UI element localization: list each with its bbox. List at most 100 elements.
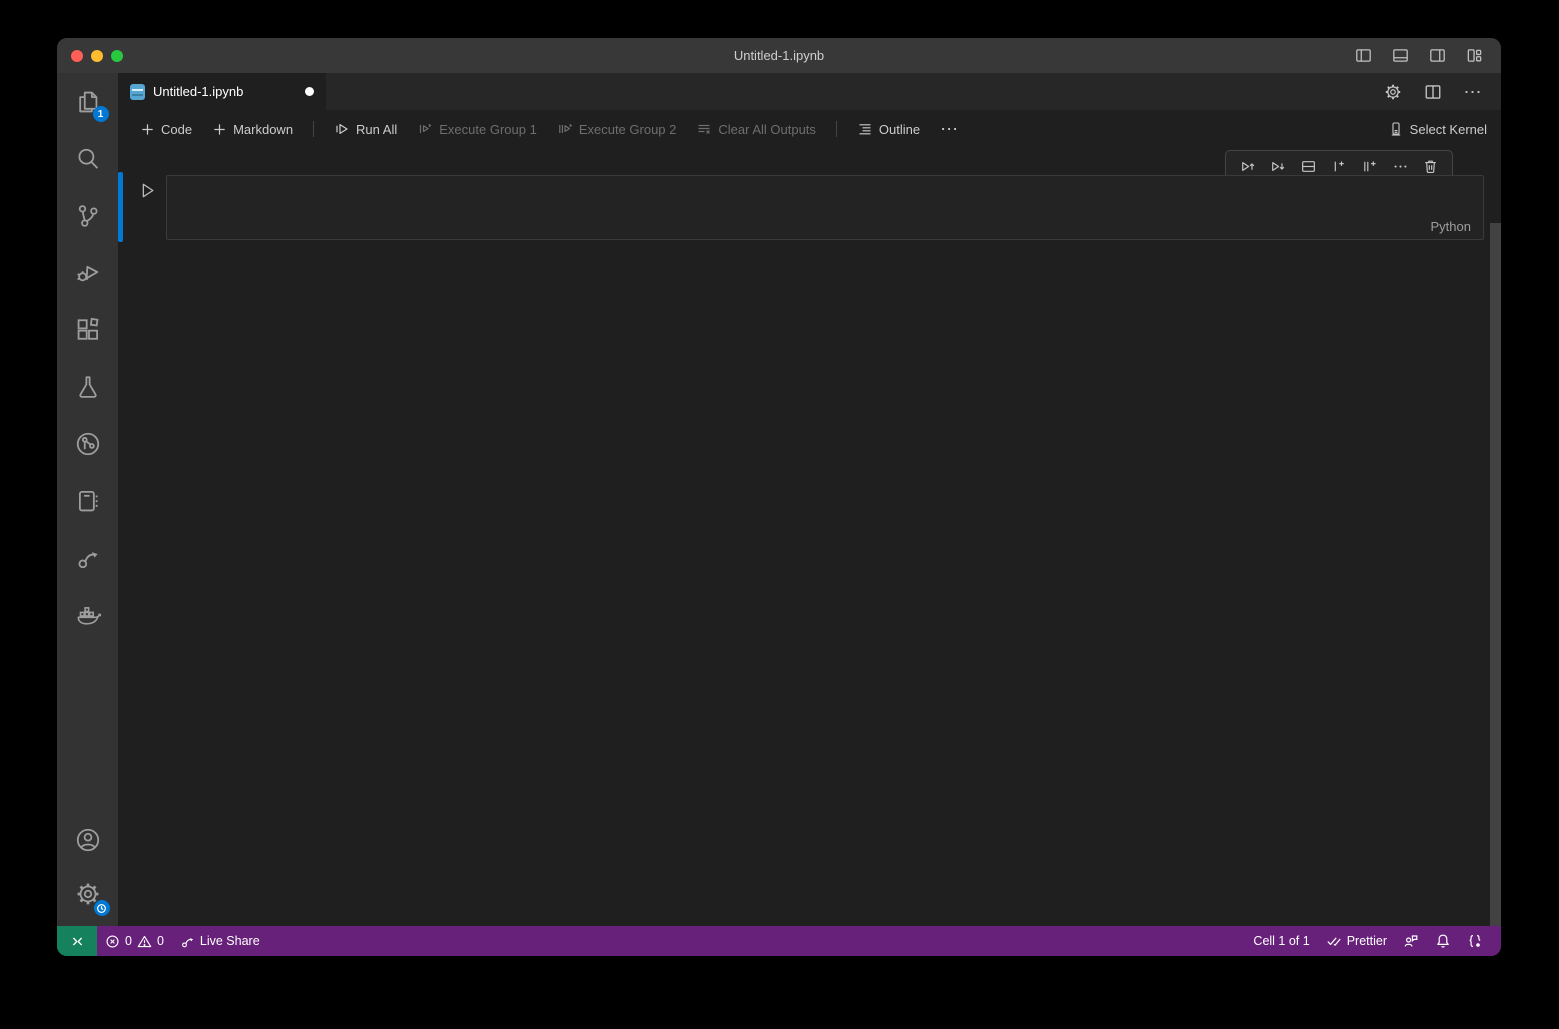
add-icon xyxy=(140,122,155,137)
status-bar-right: Cell 1 of 1 Prettier xyxy=(1245,926,1501,956)
prettier-label: Prettier xyxy=(1347,934,1387,948)
notebook-icon xyxy=(75,488,101,514)
toolbar-more-actions-button[interactable]: ⋯ xyxy=(932,120,967,138)
execute-group-icon xyxy=(417,121,433,137)
run-debug-icon xyxy=(75,260,101,286)
feedback-button[interactable] xyxy=(1395,926,1427,956)
cell-focus-indicator xyxy=(118,172,123,242)
accounts-button[interactable] xyxy=(64,816,112,864)
prettier-button[interactable]: Prettier xyxy=(1318,926,1395,956)
remote-indicator-button[interactable] xyxy=(57,926,97,956)
clock-badge-icon xyxy=(94,900,110,916)
ellipsis-icon: ⋯ xyxy=(1464,87,1483,97)
source-control-icon xyxy=(75,203,101,229)
sidebar-item-testing[interactable] xyxy=(64,363,112,411)
tab-untitled-notebook[interactable]: Untitled-1.ipynb xyxy=(118,73,326,110)
layout-sidebar-right-icon xyxy=(1429,47,1446,64)
settings-button[interactable] xyxy=(64,870,112,918)
run-cell-button[interactable] xyxy=(136,179,158,201)
sidebar-item-notebook[interactable] xyxy=(64,477,112,525)
outline-icon xyxy=(857,121,873,137)
execute-group-1-label: Execute Group 1 xyxy=(439,122,537,137)
close-button[interactable] xyxy=(71,50,83,62)
sidebar-item-live-share[interactable] xyxy=(64,534,112,582)
warning-icon xyxy=(137,934,152,949)
remote-icon xyxy=(70,934,85,949)
cell-language-picker[interactable]: Python xyxy=(1431,219,1471,234)
ellipsis-icon xyxy=(1392,158,1409,175)
notebook-file-icon xyxy=(130,84,145,100)
braces-icon xyxy=(1467,933,1483,949)
execute-group-1-button[interactable]: Execute Group 1 xyxy=(409,117,545,141)
notebook-scrollbar[interactable] xyxy=(1490,223,1501,926)
select-kernel-label: Select Kernel xyxy=(1410,122,1487,137)
run-below-icon xyxy=(1269,158,1286,175)
activity-bar: 1 xyxy=(57,73,118,926)
toggle-secondary-sidebar-button[interactable] xyxy=(1426,45,1448,67)
extensions-icon xyxy=(75,317,101,343)
title-bar[interactable]: Untitled-1.ipynb xyxy=(57,38,1501,73)
sidebar-item-search[interactable] xyxy=(64,135,112,183)
toggle-primary-sidebar-button[interactable] xyxy=(1352,45,1374,67)
outline-button[interactable]: Outline xyxy=(849,117,928,141)
toggle-panel-button[interactable] xyxy=(1389,45,1411,67)
desktop-background: Untitled-1.ipynb xyxy=(0,0,1559,1029)
more-actions-button[interactable]: ⋯ xyxy=(1461,80,1485,104)
clear-all-outputs-button[interactable]: Clear All Outputs xyxy=(688,117,824,141)
vscode-window: Untitled-1.ipynb xyxy=(57,38,1501,956)
tab-label: Untitled-1.ipynb xyxy=(153,84,243,99)
customize-layout-button[interactable] xyxy=(1463,45,1485,67)
layout-panel-icon xyxy=(1392,47,1409,64)
code-cell-editor[interactable]: Python xyxy=(166,175,1484,240)
sidebar-item-source-control[interactable] xyxy=(64,192,112,240)
layout-controls xyxy=(1352,45,1501,67)
status-bar: 0 0 Live Share Cell 1 of 1 xyxy=(57,926,1501,956)
add-code-cell-button[interactable]: Code xyxy=(132,118,200,141)
bell-icon xyxy=(1435,933,1451,949)
clear-outputs-icon xyxy=(696,121,712,137)
notebook-editor: Python xyxy=(118,148,1501,926)
docker-icon xyxy=(75,602,101,628)
window-controls xyxy=(71,50,123,62)
sidebar-item-extensions[interactable] xyxy=(64,306,112,354)
sidebar-item-run-debug[interactable] xyxy=(64,249,112,297)
cell-indicator[interactable]: Cell 1 of 1 xyxy=(1245,926,1317,956)
commit-graph-icon xyxy=(75,431,101,457)
live-share-icon xyxy=(180,934,195,949)
editor-actions: ⋯ xyxy=(1381,73,1501,110)
sidebar-item-explorer[interactable]: 1 xyxy=(64,78,112,126)
add-code-label: Code xyxy=(161,122,192,137)
workbench: 1 xyxy=(57,73,1501,926)
live-share-label: Live Share xyxy=(200,934,260,948)
execute-group-icon xyxy=(557,121,573,137)
explorer-badge: 1 xyxy=(93,106,109,122)
sidebar-item-docker[interactable] xyxy=(64,591,112,639)
live-share-button[interactable]: Live Share xyxy=(172,926,268,956)
account-icon xyxy=(75,827,101,853)
testing-icon xyxy=(75,374,101,400)
add-markdown-label: Markdown xyxy=(233,122,293,137)
sidebar-item-commit-graph[interactable] xyxy=(64,420,112,468)
check-all-icon xyxy=(1326,933,1342,949)
run-all-icon xyxy=(334,121,350,137)
add-icon xyxy=(212,122,227,137)
run-all-label: Run All xyxy=(356,122,397,137)
problems-indicator[interactable]: 0 0 xyxy=(97,926,172,956)
run-all-button[interactable]: Run All xyxy=(326,117,405,141)
unsaved-changes-dot[interactable] xyxy=(305,87,314,96)
notebook-toolbar: Code Markdown Run All xyxy=(118,110,1501,148)
execute-group-2-button[interactable]: Execute Group 2 xyxy=(549,117,685,141)
snippets-button[interactable] xyxy=(1459,926,1491,956)
split-editor-button[interactable] xyxy=(1421,80,1445,104)
notifications-button[interactable] xyxy=(1427,926,1459,956)
add-markdown-cell-button[interactable]: Markdown xyxy=(204,118,301,141)
select-kernel-button[interactable]: Select Kernel xyxy=(1388,121,1487,137)
editor-area: Untitled-1.ipynb xyxy=(118,73,1501,926)
split-editor-icon xyxy=(1424,83,1442,101)
run-cell-icon xyxy=(138,181,157,200)
run-above-icon xyxy=(1239,158,1256,175)
fullscreen-button[interactable] xyxy=(111,50,123,62)
notebook-settings-button[interactable] xyxy=(1381,80,1405,104)
minimize-button[interactable] xyxy=(91,50,103,62)
live-share-icon xyxy=(75,545,101,571)
